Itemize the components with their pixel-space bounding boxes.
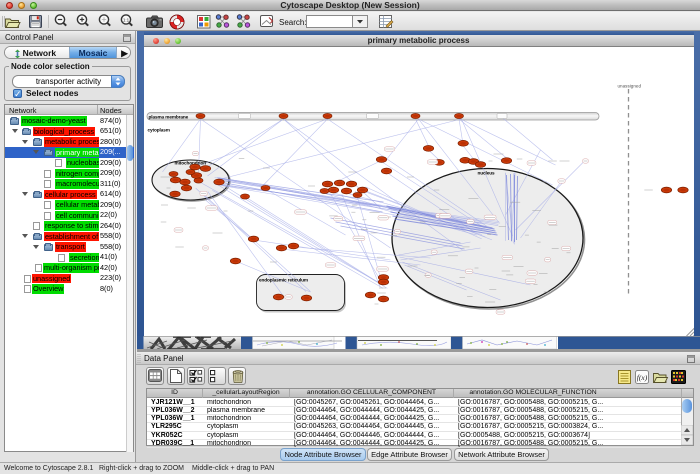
svg-text:cytoplasm: cytoplasm: [147, 128, 169, 133]
svg-text:plasma membrane: plasma membrane: [148, 115, 188, 120]
svg-text:Search:: Search:: [279, 18, 307, 27]
svg-text:1:1: 1:1: [123, 17, 130, 22]
svg-text:unassigned: unassigned: [617, 84, 641, 89]
svg-text:f(x): f(x): [637, 373, 648, 382]
svg-text:endoplasmic reticulum: endoplasmic reticulum: [259, 278, 308, 283]
svg-text:nucleus: nucleus: [477, 171, 495, 176]
svg-text:mitochondrion: mitochondrion: [174, 161, 206, 166]
